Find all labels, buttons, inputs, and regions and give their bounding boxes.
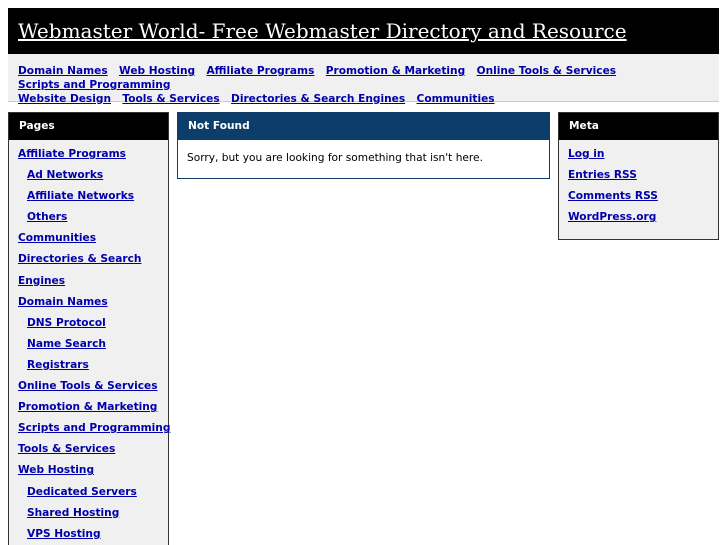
pages-link-affiliate-programs[interactable]: Affiliate Programs [18, 148, 126, 160]
pages-link-others[interactable]: Others [27, 211, 67, 223]
pages-link-promotion-and-marketing[interactable]: Promotion & Marketing [18, 401, 157, 413]
meta-item: Log in [559, 147, 718, 168]
top-nav-communities[interactable]: Communities [417, 93, 495, 105]
pages-item: Scripts and Programming [9, 421, 170, 442]
pages-link-shared-hosting[interactable]: Shared Hosting [27, 507, 119, 519]
pages-item: Engines [9, 274, 168, 295]
top-nav-promotion-marketing[interactable]: Promotion & Marketing [326, 65, 465, 77]
pages-link-online-tools-and-services[interactable]: Online Tools & Services [18, 380, 158, 392]
top-nav-online-tools-services[interactable]: Online Tools & Services [477, 65, 617, 77]
meta-link-log-in[interactable]: Log in [568, 148, 604, 160]
pages-link-engines[interactable]: Engines [18, 275, 65, 287]
pages-link-dedicated-servers[interactable]: Dedicated Servers [27, 486, 137, 498]
top-nav-affiliate-programs[interactable]: Affiliate Programs [206, 65, 314, 77]
pages-item: Ad Networks [9, 168, 168, 189]
top-nav-website-design[interactable]: Website Design [18, 93, 111, 105]
pages-item: Communities [9, 231, 168, 252]
meta-item: Entries RSS [559, 168, 718, 189]
site-title-link[interactable]: Webmaster World- Free Webmaster Director… [18, 18, 627, 44]
meta-item: WordPress.org [559, 210, 718, 231]
pages-item: Registrars [9, 358, 168, 379]
pages-heading: Pages [9, 113, 168, 140]
pages-link-registrars[interactable]: Registrars [27, 359, 89, 371]
pages-item: VPS Hosting [9, 527, 168, 545]
meta-link-entries-rss[interactable]: Entries RSS [568, 169, 637, 181]
top-nav-directories-search-engines[interactable]: Directories & Search Engines [231, 93, 405, 105]
pages-item: Online Tools & Services [9, 379, 168, 400]
pages-link-ad-networks[interactable]: Ad Networks [27, 169, 103, 181]
top-nav-scripts-programming[interactable]: Scripts and Programming [18, 79, 170, 91]
pages-link-scripts-and-programming[interactable]: Scripts and Programming [18, 422, 170, 434]
not-found-heading: Not Found [178, 113, 549, 140]
pages-item: Promotion & Marketing [9, 400, 168, 421]
pages-item: Affiliate Networks [9, 189, 168, 210]
pages-link-directories-and-search[interactable]: Directories & Search [18, 253, 141, 265]
pages-list: Affiliate Programs Ad Networks Affiliate N… [9, 140, 170, 545]
pages-link-vps-hosting[interactable]: VPS Hosting [27, 528, 101, 540]
pages-link-communities[interactable]: Communities [18, 232, 96, 244]
top-nav-domain-names[interactable]: Domain Names [18, 65, 108, 77]
pages-link-domain-names[interactable]: Domain Names [18, 296, 108, 308]
pages-item: Name Search [9, 337, 168, 358]
pages-link-affiliate-networks[interactable]: Affiliate Networks [27, 190, 134, 202]
pages-item: Web Hosting [9, 463, 168, 484]
pages-item: Affiliate Programs [9, 147, 168, 168]
pages-item: Tools & Services [9, 442, 168, 463]
pages-link-name-search[interactable]: Name Search [27, 338, 106, 350]
pages-link-web-hosting[interactable]: Web Hosting [18, 464, 94, 476]
top-navigation: Domain Names Web Hosting Affiliate Progr… [8, 54, 719, 105]
not-found-message: Sorry, but you are looking for something… [187, 152, 483, 164]
pages-sidebar: Pages Affiliate Programs Ad Networks Affil… [8, 112, 170, 545]
meta-link-wordpress-org[interactable]: WordPress.org [568, 211, 656, 223]
meta-link-comments-rss[interactable]: Comments RSS [568, 190, 658, 202]
pages-item: Directories & Search [9, 252, 168, 273]
meta-sidebar: Meta Log in Entries RSS Comments RSS WordPr… [558, 112, 719, 240]
pages-link-tools-and-services[interactable]: Tools & Services [18, 443, 115, 455]
not-found-panel: Not Found Sorry, but you are looking for… [177, 112, 550, 179]
pages-item: Domain Names [9, 295, 168, 316]
pages-item: Others [9, 210, 168, 231]
meta-heading: Meta [559, 113, 718, 140]
site-header: Webmaster World- Free Webmaster Director… [8, 8, 719, 54]
pages-item: DNS Protocol [9, 316, 168, 337]
meta-list: Log in Entries RSS Comments RSS WordPress.o… [559, 140, 718, 231]
top-nav-web-hosting[interactable]: Web Hosting [119, 65, 195, 77]
top-nav-tools-services[interactable]: Tools & Services [122, 93, 219, 105]
pages-item: Shared Hosting [9, 506, 168, 527]
meta-item: Comments RSS [559, 189, 718, 210]
top-nav-links: Domain Names Web Hosting Affiliate Progr… [18, 64, 718, 106]
pages-link-dns-protocol[interactable]: DNS Protocol [27, 317, 106, 329]
pages-item: Dedicated Servers [9, 485, 168, 506]
